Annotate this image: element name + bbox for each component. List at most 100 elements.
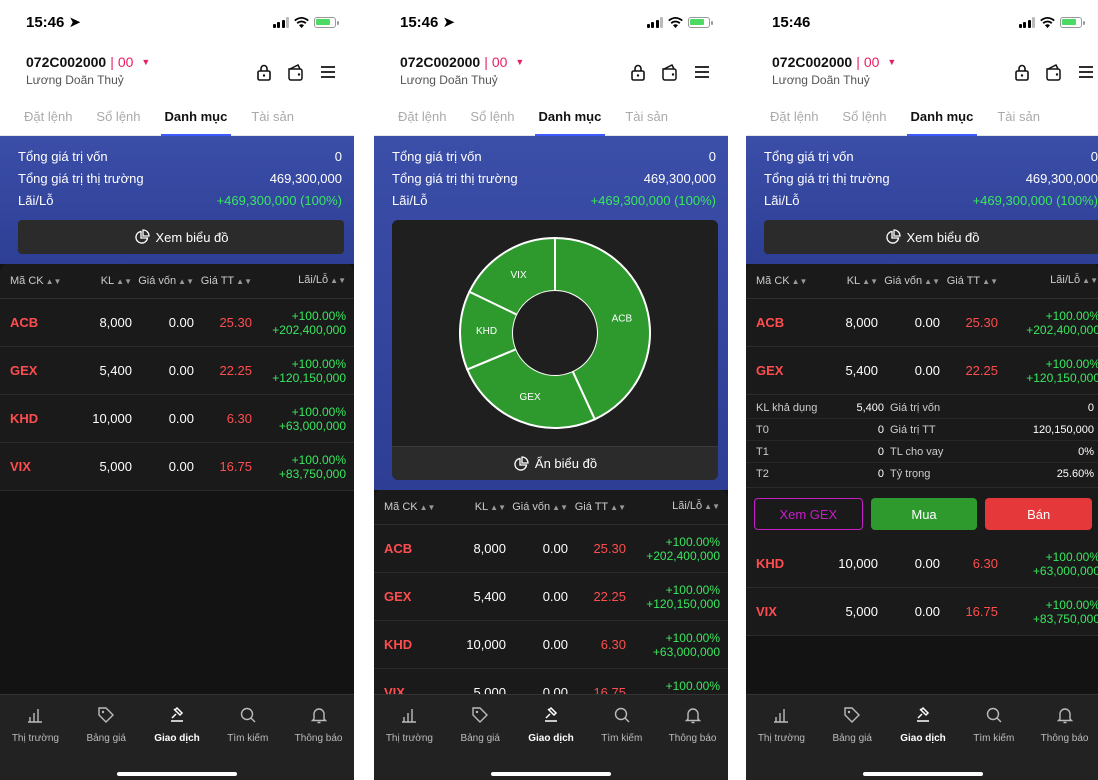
tab-order-book[interactable]: Sổ lệnh (84, 100, 152, 136)
header-quantity[interactable]: KL ▲▼ (816, 275, 878, 287)
bottom-nav: Thị trường Bảng giá Giao dịch Tìm kiếm T… (746, 694, 1098, 780)
symbol: KHD (756, 556, 785, 571)
hide-chart-button[interactable]: Ẩn biểu đồ (392, 446, 718, 480)
tab-assets[interactable]: Tài sản (985, 100, 1052, 136)
nav-market[interactable]: Thị trường (748, 705, 814, 744)
buy-button[interactable]: Mua (870, 498, 978, 530)
position-detail-panel: KL khả dụng 5,400 Giá trị vốn 0 T0 0 Giá trị … (746, 395, 1098, 488)
quantity: 10,000 (466, 637, 506, 652)
menu-icon[interactable] (318, 62, 338, 82)
tab-portfolio[interactable]: Danh mục (153, 100, 240, 136)
header-symbol[interactable]: Mã CK ▲▼ (374, 501, 444, 513)
table-row[interactable]: KHD 10,000 0.00 6.30 +100.00% +63,000,000 (374, 621, 728, 669)
nav-trading[interactable]: Giao dịch (144, 705, 210, 744)
account-header: 072C002000 | 00 ▼ Lương Doãn Thuỷ (374, 44, 728, 100)
caret-down-icon: ▼ (141, 57, 151, 67)
header-cost[interactable]: Giá vốn ▲▼ (878, 275, 940, 287)
nav-price-board[interactable]: Bảng giá (447, 705, 513, 744)
header-pl[interactable]: Lãi/Lỗ ▲▼ (998, 273, 1098, 288)
cellular-signal-icon (1018, 16, 1035, 28)
header-quantity[interactable]: KL ▲▼ (444, 501, 506, 513)
lock-icon[interactable] (628, 62, 648, 82)
cost-price: 0.00 (542, 637, 568, 652)
profit-loss: +100.00% +120,150,000 (646, 582, 720, 611)
nav-trading[interactable]: Giao dịch (890, 705, 956, 744)
table-row[interactable]: ACB 8,000 0.00 25.30 +100.00% +202,400,000 (0, 299, 354, 347)
table-row[interactable]: ACB 8,000 0.00 25.30 +100.00% +202,400,000 (374, 525, 728, 573)
quantity: 5,400 (473, 589, 506, 604)
tab-place-order[interactable]: Đặt lệnh (386, 100, 458, 136)
menu-icon[interactable] (1076, 62, 1096, 82)
tab-assets[interactable]: Tài sản (613, 100, 680, 136)
profit-loss: +100.00% +63,000,000 (1032, 549, 1098, 578)
quantity: 5,000 (99, 459, 132, 474)
header-pl[interactable]: Lãi/Lỗ ▲▼ (626, 499, 728, 514)
tab-assets[interactable]: Tài sản (239, 100, 306, 136)
table-row[interactable]: KHD 10,000 0.00 6.30 +100.00% +63,000,000 (746, 540, 1098, 588)
header-market-price[interactable]: Giá TT ▲▼ (568, 501, 626, 513)
profit-loss: +100.00% +202,400,000 (646, 534, 720, 563)
table-row[interactable]: GEX 5,400 0.00 22.25 +100.00% +120,150,000 (0, 347, 354, 395)
wallet-icon[interactable] (1044, 62, 1064, 82)
sort-icon: ▲▼ (982, 276, 998, 286)
table-row[interactable]: GEX 5,400 0.00 22.25 +100.00% +120,150,000 (374, 573, 728, 621)
lock-icon[interactable] (1012, 62, 1032, 82)
header-symbol[interactable]: Mã CK ▲▼ (746, 275, 816, 287)
symbol: VIX (756, 604, 777, 619)
nav-market[interactable]: Thị trường (2, 705, 68, 744)
view-stock-button[interactable]: Xem GEX (754, 498, 863, 530)
show-chart-button[interactable]: Xem biểu đồ (18, 220, 344, 254)
pl-label: Lãi/Lỗ (392, 193, 428, 208)
header-quantity[interactable]: KL ▲▼ (70, 275, 132, 287)
phone-screen-portfolio-chart: 15:46 ➤ 072C002000 | 00 ▼ Lương Doãn Thu… (374, 0, 728, 780)
header-pl[interactable]: Lãi/Lỗ ▲▼ (252, 273, 354, 288)
bell-icon (684, 708, 701, 724)
show-chart-button[interactable]: Xem biểu đồ (764, 220, 1098, 254)
header-tools (1012, 62, 1096, 82)
status-bar: 15:46 ➤ (374, 0, 728, 44)
tab-place-order[interactable]: Đặt lệnh (758, 100, 830, 136)
wallet-icon[interactable] (660, 62, 680, 82)
profit-loss: +100.00% +120,150,000 (1026, 356, 1098, 385)
tab-order-book[interactable]: Sổ lệnh (830, 100, 898, 136)
table-row[interactable]: KHD 10,000 0.00 6.30 +100.00% +63,000,000 (0, 395, 354, 443)
cost-price: 0.00 (168, 315, 194, 330)
nav-search[interactable]: Tìm kiếm (589, 705, 655, 744)
tab-order-book[interactable]: Sổ lệnh (458, 100, 526, 136)
table-row[interactable]: ACB 8,000 0.00 25.30 +100.00% +202,400,000 (746, 299, 1098, 347)
nav-search[interactable]: Tìm kiếm (215, 705, 281, 744)
search-icon (240, 707, 256, 723)
sell-button[interactable]: Bán (985, 498, 1093, 530)
header-market-price[interactable]: Giá TT ▲▼ (194, 275, 252, 287)
table-row[interactable]: VIX 5,000 0.00 16.75 +100.00%+83,750,000 (0, 443, 354, 491)
table-row[interactable]: VIX 5,000 0.00 16.75 +100.00%+83,750,000 (746, 588, 1098, 636)
capital-value: 0 (1090, 149, 1098, 164)
profit-loss: +100.00% +63,000,000 (652, 630, 720, 659)
header-cost[interactable]: Giá vốn ▲▼ (506, 501, 568, 513)
market-value-label: Tổng giá trị thị trường (392, 171, 518, 186)
header-market-price[interactable]: Giá TT ▲▼ (940, 275, 998, 287)
nav-notifications[interactable]: Thông báo (660, 705, 726, 744)
tab-place-order[interactable]: Đặt lệnh (12, 100, 84, 136)
lock-icon[interactable] (254, 62, 274, 82)
nav-price-board[interactable]: Bảng giá (819, 705, 885, 744)
nav-market[interactable]: Thị trường (376, 705, 442, 744)
nav-trading[interactable]: Giao dịch (518, 705, 584, 744)
nav-notifications[interactable]: Thông báo (1032, 705, 1098, 744)
nav-search[interactable]: Tìm kiếm (961, 705, 1027, 744)
nav-notifications[interactable]: Thông báo (286, 705, 352, 744)
clock: 15:46 ➤ (400, 14, 456, 31)
table-row-expanded[interactable]: GEX 5,400 0.00 22.25 +100.00% +120,150,000 (746, 347, 1098, 395)
wallet-icon[interactable] (286, 62, 306, 82)
bell-icon (310, 708, 327, 724)
table-header: Mã CK ▲▼ KL ▲▼ Giá vốn ▲▼ Giá TT ▲▼ Lãi/Lỗ ▲▼ (746, 263, 1098, 299)
section-tabs: Đặt lệnh Sổ lệnh Danh mục Tài sản (374, 100, 728, 136)
header-symbol[interactable]: Mã CK ▲▼ (0, 275, 70, 287)
sub-account: 00 (491, 54, 508, 70)
tab-portfolio[interactable]: Danh mục (899, 100, 986, 136)
tab-portfolio[interactable]: Danh mục (527, 100, 614, 136)
nav-price-board[interactable]: Bảng giá (73, 705, 139, 744)
menu-icon[interactable] (692, 62, 712, 82)
header-cost[interactable]: Giá vốn ▲▼ (132, 275, 194, 287)
market-price: 22.25 (219, 363, 252, 378)
